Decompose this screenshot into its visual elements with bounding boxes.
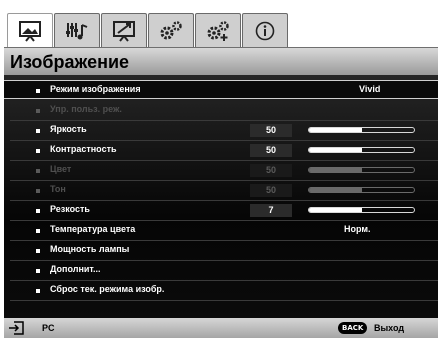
basic-settings-icon — [160, 20, 182, 39]
tab-information[interactable] — [242, 13, 288, 47]
tab-audio[interactable] — [54, 13, 100, 47]
slider-fill — [309, 188, 362, 192]
menu-item-reset-picture-mode[interactable]: Сброс тек. режима изобр. — [4, 281, 438, 301]
status-bar: PC BACK Выход — [4, 318, 438, 338]
bullet-icon — [36, 289, 40, 293]
menu-item-label: Контрастность — [50, 144, 117, 154]
picture-icon — [19, 20, 41, 42]
menu-item-label: Температура цвета — [50, 224, 136, 234]
menu-item-brightness[interactable]: Яркость 50 — [4, 121, 438, 141]
bullet-icon — [36, 109, 40, 113]
bullet-icon — [36, 149, 40, 153]
menu-item-advanced[interactable]: Дополнит... — [4, 261, 438, 281]
slider-fill — [309, 128, 362, 132]
tab-advanced-settings[interactable] — [195, 13, 241, 47]
menu-item-label: Тон — [50, 184, 66, 194]
menu-item-label: Упр. польз. реж. — [50, 104, 122, 114]
menu-item-picture-mode[interactable]: Режим изображения Vivid — [4, 80, 438, 99]
menu-item-label: Сброс тек. режима изобр. — [50, 284, 165, 294]
menu-item-label: Мощность лампы — [50, 244, 130, 254]
back-button[interactable]: BACK — [338, 322, 368, 334]
menu-item-sharpness[interactable]: Резкость 7 — [4, 201, 438, 221]
tab-picture[interactable] — [7, 13, 53, 47]
tab-bar — [7, 13, 436, 47]
picture-mode-value: Vivid — [359, 84, 381, 94]
slider-fill — [309, 208, 362, 212]
osd-menu: Изображение Режим изображения Vivid Упр.… — [0, 0, 438, 338]
menu-item-contrast[interactable]: Контрастность 50 — [4, 141, 438, 161]
color-slider — [308, 167, 415, 173]
tint-value: 50 — [250, 184, 292, 197]
tint-slider — [308, 187, 415, 193]
advanced-settings-icon — [207, 20, 229, 41]
menu-item-user-mode: Упр. польз. реж. — [4, 101, 438, 121]
menu-item-label: Дополнит... — [50, 264, 101, 274]
bullet-icon — [36, 129, 40, 133]
bullet-icon — [36, 229, 40, 233]
input-source-icon — [9, 321, 24, 335]
contrast-slider[interactable] — [308, 147, 415, 153]
bullet-icon — [36, 189, 40, 193]
brightness-slider[interactable] — [308, 127, 415, 133]
contrast-value: 50 — [250, 144, 292, 157]
menu-item-tint: Тон 50 — [4, 181, 438, 201]
bullet-icon — [36, 169, 40, 173]
slider-fill — [309, 168, 362, 172]
menu-item-label: Режим изображения — [50, 84, 141, 94]
tab-basic-settings[interactable] — [148, 13, 194, 47]
page-title-bar: Изображение — [4, 47, 438, 75]
input-source-label: PC — [42, 323, 55, 333]
bullet-icon — [36, 209, 40, 213]
menu-list: Режим изображения Vivid Упр. польз. реж.… — [4, 75, 438, 318]
tab-display[interactable] — [101, 13, 147, 47]
info-icon — [255, 21, 275, 40]
display-icon — [113, 20, 135, 42]
row-divider — [10, 300, 438, 301]
menu-item-lamp-power[interactable]: Мощность лампы — [4, 241, 438, 261]
page-title: Изображение — [10, 52, 130, 72]
menu-item-label: Яркость — [50, 124, 87, 134]
exit-label: Выход — [374, 323, 405, 333]
menu-item-color: Цвет 50 — [4, 161, 438, 181]
brightness-value: 50 — [250, 124, 292, 137]
bullet-icon — [36, 249, 40, 253]
bullet-icon — [36, 89, 40, 93]
menu-item-label: Резкость — [50, 204, 90, 214]
bullet-icon — [36, 269, 40, 273]
color-temperature-value: Норм. — [344, 224, 371, 234]
menu-item-color-temperature[interactable]: Температура цвета Норм. — [4, 221, 438, 241]
color-value: 50 — [250, 164, 292, 177]
sharpness-value: 7 — [250, 204, 292, 217]
slider-fill — [309, 148, 362, 152]
sharpness-slider[interactable] — [308, 207, 415, 213]
menu-item-label: Цвет — [50, 164, 72, 174]
audio-settings-icon — [66, 22, 88, 39]
